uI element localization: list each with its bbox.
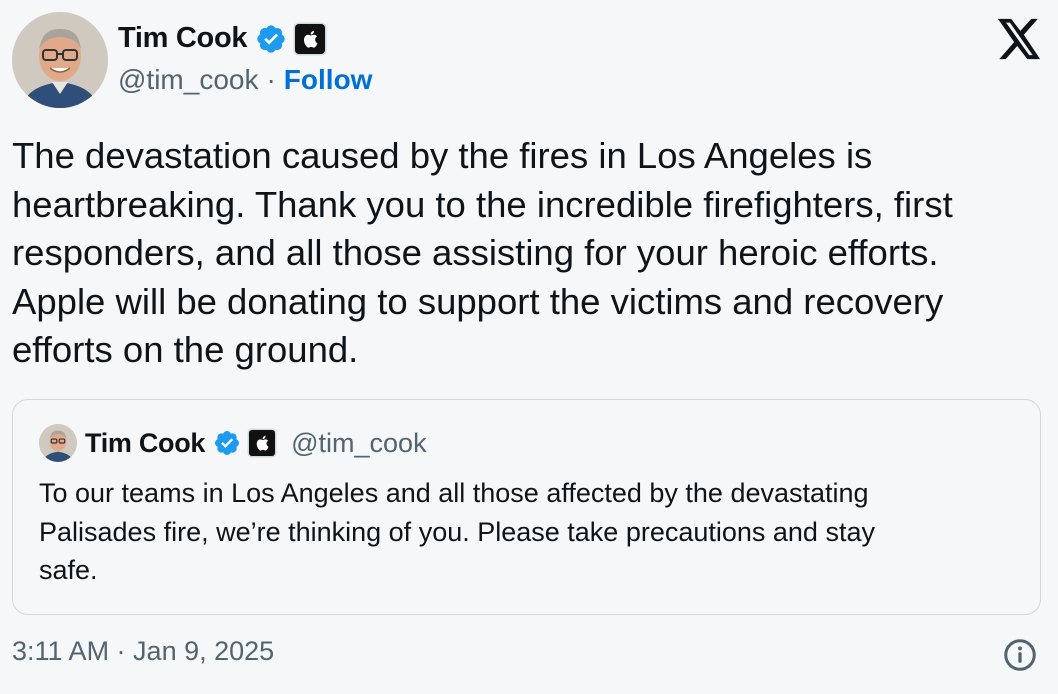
apple-logo-icon[interactable] bbox=[249, 430, 276, 456]
author-handle-row: @tim_cook · Follow bbox=[118, 64, 372, 96]
quoted-tweet-text-line: To our teams in Los Angeles and all thos… bbox=[39, 478, 869, 508]
tweet-text: The devastation caused by the fires in L… bbox=[12, 132, 1052, 375]
tweet-text-line: Apple will be donating to support the vi… bbox=[12, 280, 944, 322]
info-icon[interactable] bbox=[1002, 637, 1038, 673]
quoted-tweet-card[interactable]: Tim Cook @tim_cook To our teams in Los A… bbox=[12, 399, 1041, 615]
tweet-text-line: The devastation caused by the fires in L… bbox=[12, 135, 873, 176]
verified-badge-icon bbox=[213, 429, 241, 457]
verified-badge-icon bbox=[255, 23, 287, 55]
author-name-row: Tim Cook bbox=[118, 22, 326, 55]
author-handle[interactable]: @tim_cook bbox=[118, 64, 258, 96]
tweet-text-line: efforts on the ground. bbox=[12, 329, 359, 370]
quoted-author-handle[interactable]: @tim_cook bbox=[291, 428, 426, 459]
apple-logo-icon[interactable] bbox=[295, 23, 326, 54]
author-name[interactable]: Tim Cook bbox=[118, 22, 248, 55]
tweet-timestamp[interactable]: 3:11 AM · Jan 9, 2025 bbox=[12, 636, 274, 667]
quoted-tweet-header: Tim Cook @tim_cook bbox=[39, 424, 427, 462]
quoted-tweet-text-line: safe. bbox=[39, 555, 98, 585]
x-logo-icon[interactable] bbox=[998, 18, 1042, 60]
author-avatar[interactable] bbox=[12, 12, 108, 108]
quoted-author-name[interactable]: Tim Cook bbox=[85, 428, 205, 459]
quoted-tweet-text-line: Palisades fire, we’re thinking of you. P… bbox=[39, 516, 875, 547]
tweet-text-line: heartbreaking. Thank you to the incredib… bbox=[12, 183, 953, 225]
handle-separator: · bbox=[266, 64, 276, 95]
follow-button[interactable]: Follow bbox=[284, 64, 373, 96]
tweet-text-line: responders, and all those assisting for … bbox=[12, 232, 939, 273]
quoted-tweet-text: To our teams in Los Angeles and all thos… bbox=[39, 474, 1029, 590]
quoted-author-avatar[interactable] bbox=[39, 424, 77, 462]
